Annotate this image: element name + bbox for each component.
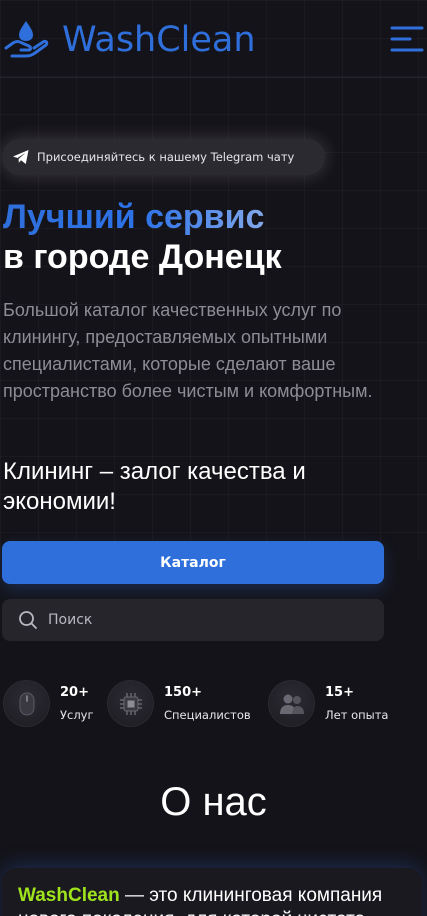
stat-specialists: 150+ Специалистов	[107, 680, 251, 727]
telegram-plane-icon	[12, 148, 30, 166]
hero-description: Большой каталог качественных услуг по кл…	[3, 300, 373, 401]
about-card: WashClean — это клининговая компания нов…	[2, 868, 422, 916]
brand-name: WashClean	[62, 20, 256, 60]
chip-icon	[107, 680, 154, 727]
stat-number: 20+	[60, 684, 89, 700]
search-input[interactable]	[48, 612, 368, 628]
users-icon	[268, 680, 315, 727]
about-brand: WashClean	[18, 885, 120, 906]
search-box[interactable]	[2, 599, 384, 641]
hero-slogan: Клининг – залог качества и экономии!	[3, 458, 306, 515]
site-header: WashClean	[0, 0, 427, 78]
stat-experience: 15+ Лет опыта	[268, 680, 388, 727]
mouse-icon	[3, 680, 50, 727]
stat-label: Специалистов	[164, 707, 251, 722]
stat-number: 15+	[325, 684, 354, 700]
telegram-chat-link[interactable]: Присоединяйтесь к нашему Telegram чату	[2, 139, 325, 175]
hero-title-accent: Лучший сервис	[3, 197, 282, 237]
catalog-button[interactable]: Каталог	[2, 541, 384, 584]
stat-label: Лет опыта	[325, 707, 389, 722]
droplet-hand-icon	[4, 18, 52, 62]
logo[interactable]: WashClean	[4, 18, 256, 62]
stat-label: Услуг	[60, 707, 94, 722]
hamburger-menu-icon[interactable]	[388, 22, 424, 56]
telegram-chat-label: Присоединяйтесь к нашему Telegram чату	[37, 150, 295, 164]
hero-title-rest: в городе Донецк	[3, 238, 282, 276]
search-icon	[18, 610, 38, 630]
hero-title: Лучший сервис в городе Донецк	[3, 197, 282, 277]
about-title: О нас	[160, 780, 267, 824]
stats-row: 20+ Услуг 150+ Специалистов 15+ Лет опыт…	[0, 680, 427, 730]
stat-number: 150+	[164, 684, 203, 700]
stat-services: 20+ Услуг	[3, 680, 94, 727]
